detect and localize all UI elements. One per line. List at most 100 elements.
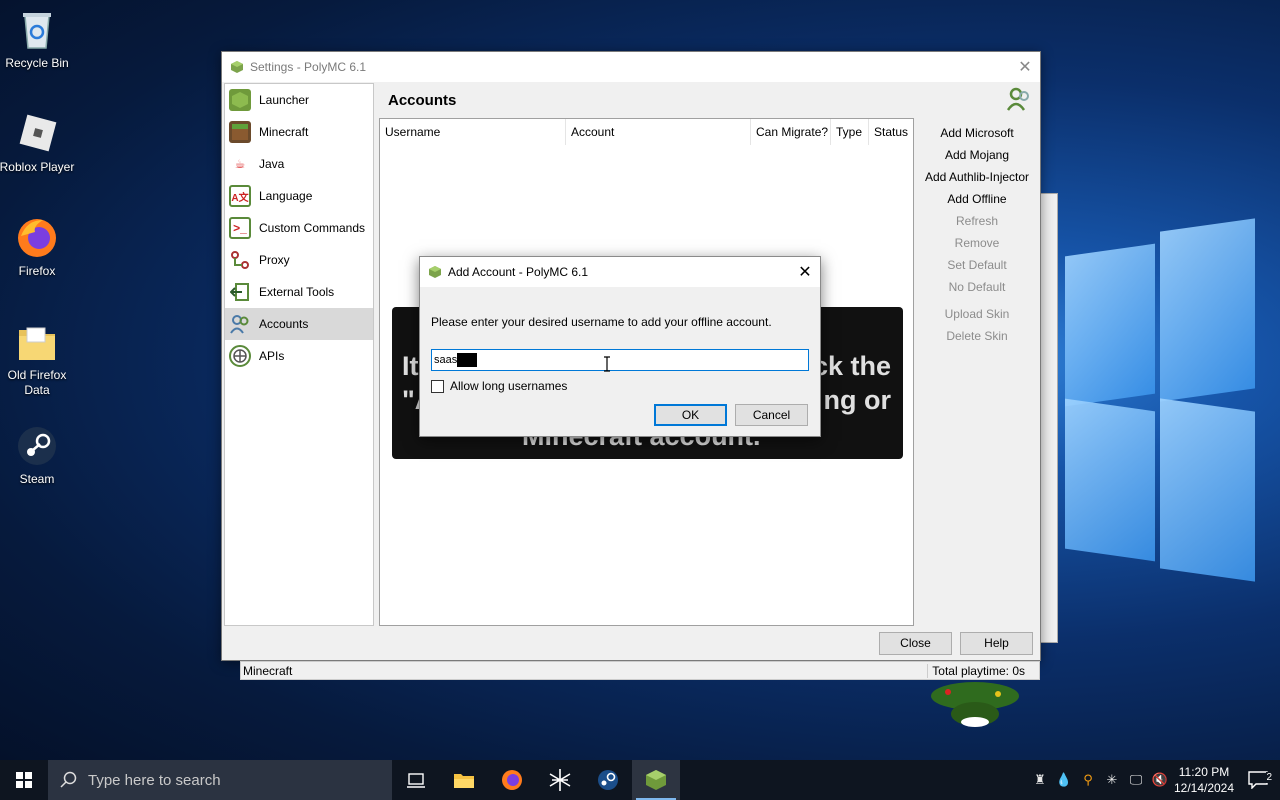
add-account-dialog: Add Account - PolyMC 6.1 ✕ Please enter … <box>419 256 821 437</box>
terminal-icon: >_ <box>229 217 251 239</box>
settings-sidebar: Launcher Minecraft ☕ Java A文 Language >_… <box>224 83 374 626</box>
sidebar-item-java[interactable]: ☕ Java <box>225 148 373 180</box>
no-default-button[interactable]: No Default <box>918 276 1036 298</box>
java-icon: ☕ <box>234 157 246 171</box>
sidebar-item-minecraft[interactable]: Minecraft <box>225 116 373 148</box>
column-header-status[interactable]: Status <box>869 119 913 145</box>
proxy-icon <box>229 249 251 271</box>
apis-icon <box>229 345 251 367</box>
settings-titlebar[interactable]: Settings - PolyMC 6.1 ✕ <box>222 52 1040 82</box>
username-input-value: saas <box>434 354 458 366</box>
desktop-icon-firefox[interactable]: Firefox <box>0 216 77 279</box>
dialog-message: Please enter your desired username to ad… <box>431 315 772 329</box>
column-header-type[interactable]: Type <box>831 119 869 145</box>
task-view-button[interactable] <box>392 760 440 800</box>
taskbar-clock[interactable]: 11:20 PM 12/14/2024 <box>1172 764 1236 796</box>
sidebar-item-label: Custom Commands <box>259 221 366 235</box>
column-header-can-migrate[interactable]: Can Migrate? <box>751 119 831 145</box>
desktop-icon-steam[interactable]: Steam <box>0 424 77 487</box>
desktop-icon-label: Roblox Player <box>0 160 75 174</box>
tray-search-icon[interactable]: ⚲ <box>1076 760 1100 800</box>
christmas-wreath-decoration <box>928 678 1023 728</box>
sidebar-item-external-tools[interactable]: External Tools <box>225 276 373 308</box>
taskbar-file-explorer[interactable] <box>440 760 488 800</box>
column-header-account[interactable]: Account <box>566 119 751 145</box>
taskbar-steam[interactable] <box>584 760 632 800</box>
desktop-icon-label: Firefox <box>18 264 56 278</box>
volume-muted-icon[interactable]: 🔇 <box>1148 760 1172 800</box>
sidebar-item-label: Proxy <box>259 253 290 267</box>
upload-skin-button[interactable]: Upload Skin <box>918 303 1036 325</box>
sidebar-item-custom-commands[interactable]: >_ Custom Commands <box>225 212 373 244</box>
task-view-icon <box>407 773 425 788</box>
taskbar-perplexity[interactable] <box>536 760 584 800</box>
desktop-icon-roblox[interactable]: Roblox Player <box>0 112 77 175</box>
minecraft-icon <box>229 121 251 143</box>
add-offline-button[interactable]: Add Offline <box>918 188 1036 210</box>
text-selection-highlight <box>457 353 478 367</box>
sidebar-item-accounts[interactable]: Accounts <box>225 308 373 340</box>
search-icon <box>60 771 78 789</box>
account-actions: Add Microsoft Add Mojang Add Authlib-Inj… <box>918 122 1036 347</box>
network-icon[interactable]: 🖵 <box>1124 760 1148 800</box>
sidebar-item-launcher[interactable]: Launcher <box>225 84 373 116</box>
dropbox-drop-icon[interactable]: 💧 <box>1052 760 1076 800</box>
cancel-button[interactable]: Cancel <box>735 404 808 426</box>
taskbar-polymc[interactable] <box>632 760 680 800</box>
column-header-username[interactable]: Username <box>380 119 566 145</box>
statusbar-playtime: Total playtime: 0s <box>927 663 1039 678</box>
ok-button[interactable]: OK <box>654 404 727 426</box>
allow-long-usernames-row[interactable]: Allow long usernames <box>431 379 567 393</box>
dialog-titlebar[interactable]: Add Account - PolyMC 6.1 ✕ <box>420 257 820 287</box>
tray-app-icon[interactable]: ♜ <box>1028 760 1052 800</box>
help-button[interactable]: Help <box>960 632 1033 655</box>
close-button[interactable]: Close <box>879 632 952 655</box>
remove-button[interactable]: Remove <box>918 232 1036 254</box>
refresh-button[interactable]: Refresh <box>918 210 1036 232</box>
sidebar-item-label: APIs <box>259 349 285 363</box>
polymc-icon <box>646 770 666 790</box>
file-explorer-icon <box>454 774 474 788</box>
username-input[interactable]: saas <box>431 349 809 371</box>
tray-perplexity-icon[interactable]: ✳ <box>1100 760 1124 800</box>
notification-center-button[interactable]: 2 <box>1236 771 1280 789</box>
wallpaper-windows-logo <box>1045 190 1275 590</box>
close-icon[interactable]: ✕ <box>1010 57 1040 77</box>
start-button[interactable] <box>0 760 48 800</box>
dialog-title: Add Account - PolyMC 6.1 <box>448 265 589 279</box>
page-title: Accounts <box>388 92 457 109</box>
search-placeholder: Type here to search <box>88 771 221 789</box>
desktop-icon-recycle-bin[interactable]: Recycle Bin <box>0 8 77 71</box>
desktop-icon-old-firefox-data[interactable]: Old Firefox Data <box>0 320 77 398</box>
launcher-icon <box>229 89 251 111</box>
taskbar-search-box[interactable]: Type here to search <box>48 760 392 800</box>
banner-text-line1-left: It <box>402 351 419 381</box>
add-authlib-injector-button[interactable]: Add Authlib-Injector <box>918 166 1036 188</box>
background-window-edge <box>1040 193 1058 643</box>
set-default-button[interactable]: Set Default <box>918 254 1036 276</box>
notification-icon <box>1248 771 1268 789</box>
desktop-icon-label: Recycle Bin <box>5 56 69 70</box>
system-tray: ♜ 💧 ⚲ ✳ 🖵 🔇 11:20 PM 12/14/2024 2 <box>1028 760 1280 800</box>
settings-title: Settings - PolyMC 6.1 <box>250 60 367 74</box>
allow-long-usernames-checkbox[interactable] <box>431 379 444 393</box>
polymc-icon <box>428 265 442 279</box>
sidebar-item-proxy[interactable]: Proxy <box>225 244 373 276</box>
checkbox-label: Allow long usernames <box>450 379 568 393</box>
statusbar: Minecraft Total playtime: 0s <box>240 661 1040 680</box>
delete-skin-button[interactable]: Delete Skin <box>918 325 1036 347</box>
dialog-close-icon[interactable]: ✕ <box>790 262 820 282</box>
banner-text-line2-right: ng or <box>823 385 892 415</box>
accounts-page-icon <box>1006 86 1032 112</box>
roblox-icon <box>15 112 59 156</box>
sidebar-item-language[interactable]: A文 Language <box>225 180 373 212</box>
taskbar: Type here to search ♜ 💧 ⚲ ✳ 🖵 🔇 11:20 PM… <box>0 760 1280 800</box>
taskbar-firefox[interactable] <box>488 760 536 800</box>
external-tools-icon <box>229 281 251 303</box>
sidebar-item-label: External Tools <box>259 285 335 299</box>
accounts-icon <box>229 313 251 335</box>
sidebar-item-apis[interactable]: APIs <box>225 340 373 372</box>
add-mojang-button[interactable]: Add Mojang <box>918 144 1036 166</box>
add-microsoft-button[interactable]: Add Microsoft <box>918 122 1036 144</box>
sidebar-item-label: Language <box>259 189 313 203</box>
